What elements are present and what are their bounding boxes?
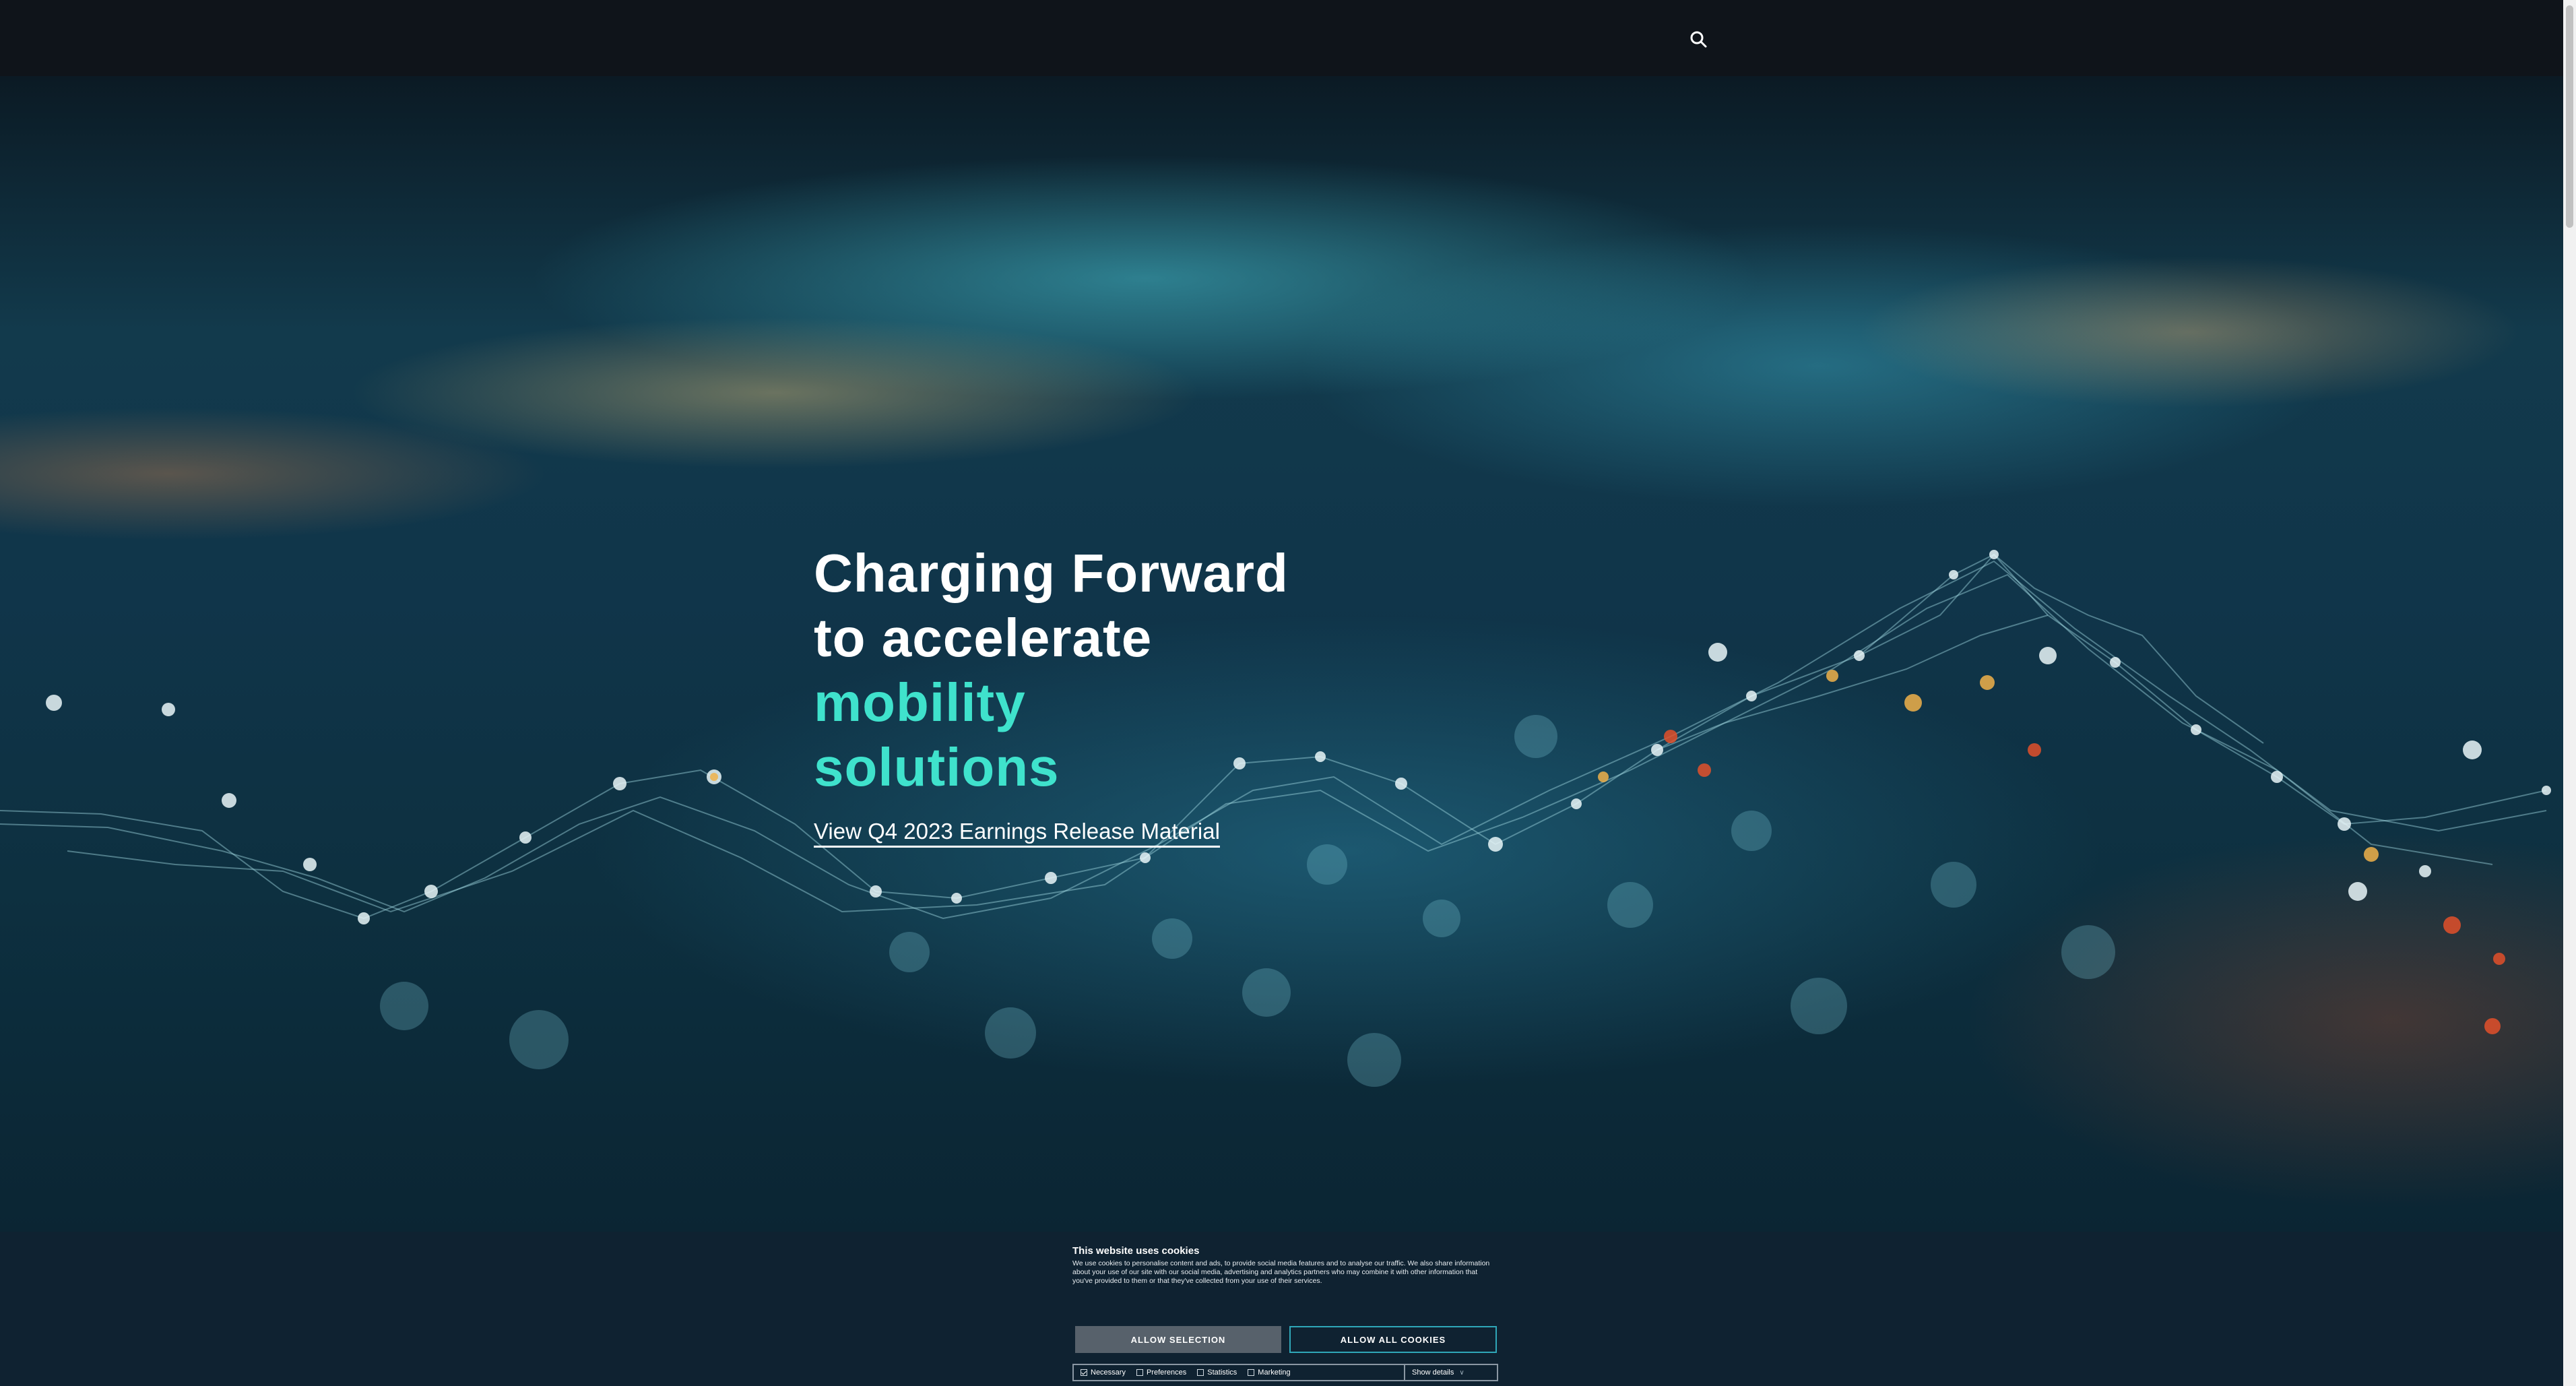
cookie-category-options: Necessary Preferences Statistics Marketi… <box>1072 1364 1498 1381</box>
hero-headline: Charging Forward to accelerate mobility … <box>814 541 1487 800</box>
headline-line-1: Charging Forward <box>814 543 1289 603</box>
headline-accent-line-1: mobility <box>814 672 1026 732</box>
hero-text-block: Charging Forward to accelerate mobility … <box>814 541 1487 848</box>
marketing-checkbox[interactable] <box>1248 1369 1255 1376</box>
necessary-checkbox[interactable] <box>1081 1369 1087 1376</box>
cookie-description: We use cookies to personalise content an… <box>1072 1259 1490 1285</box>
show-details-label: Show details <box>1412 1368 1454 1377</box>
necessary-label: Necessary <box>1091 1368 1126 1377</box>
allow-all-cookies-button[interactable]: ALLOW ALL COOKIES <box>1289 1326 1497 1353</box>
hero-banner: Charging Forward to accelerate mobility … <box>0 76 2563 1232</box>
earnings-release-link[interactable]: View Q4 2023 Earnings Release Material <box>814 819 1220 848</box>
cookie-option-statistics[interactable]: Statistics <box>1197 1368 1237 1377</box>
cookie-option-necessary[interactable]: Necessary <box>1081 1368 1126 1377</box>
preferences-checkbox[interactable] <box>1136 1369 1143 1376</box>
cookie-option-preferences[interactable]: Preferences <box>1136 1368 1186 1377</box>
chevron-down-icon: ∨ <box>1459 1368 1464 1377</box>
cookie-option-marketing[interactable]: Marketing <box>1248 1368 1291 1377</box>
statistics-checkbox[interactable] <box>1197 1369 1204 1376</box>
show-details-toggle[interactable]: Show details ∨ <box>1404 1364 1498 1381</box>
cookie-consent-banner: This website uses cookies We use cookies… <box>0 1232 2563 1386</box>
statistics-label: Statistics <box>1207 1368 1237 1377</box>
cookie-button-row: ALLOW SELECTION ALLOW ALL COOKIES <box>1072 1326 1498 1354</box>
allow-selection-button[interactable]: ALLOW SELECTION <box>1075 1326 1281 1353</box>
headline-line-2: to accelerate <box>814 608 1153 668</box>
top-navigation-bar <box>0 0 2563 76</box>
scrollbar-thumb[interactable] <box>2566 5 2573 228</box>
cookie-consent-content: This website uses cookies We use cookies… <box>1072 1245 1498 1381</box>
preferences-label: Preferences <box>1146 1368 1187 1377</box>
marketing-label: Marketing <box>1258 1368 1291 1377</box>
search-icon[interactable] <box>1687 28 1710 51</box>
page-scrollbar[interactable] <box>2563 0 2576 1386</box>
cookie-title: This website uses cookies <box>1072 1245 1200 1257</box>
headline-accent-line-2: solutions <box>814 737 1060 797</box>
